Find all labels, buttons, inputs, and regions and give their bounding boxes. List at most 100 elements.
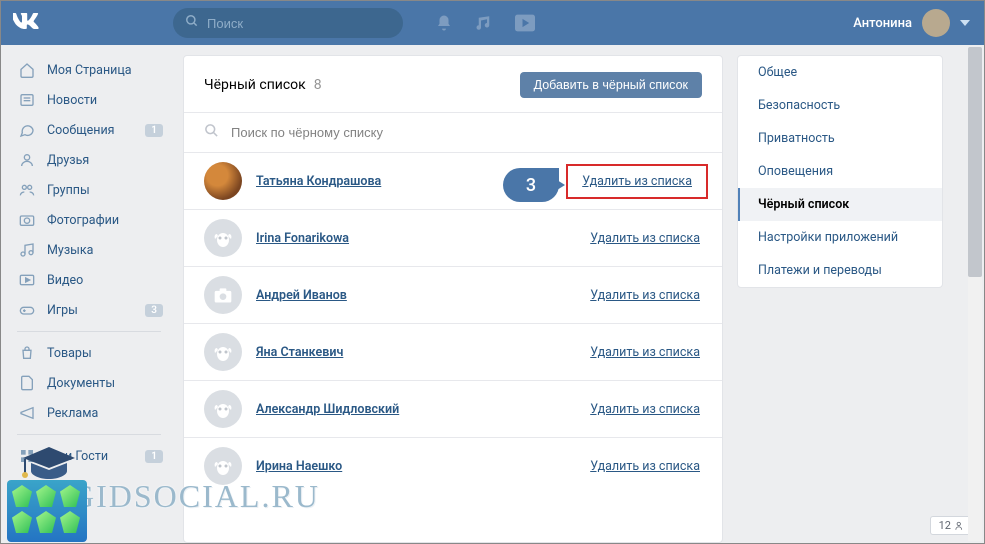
games-icon bbox=[17, 300, 37, 320]
nav-photo[interactable]: Фотографии bbox=[9, 205, 169, 235]
search-box[interactable] bbox=[173, 8, 403, 38]
search-icon bbox=[204, 123, 219, 142]
nav-label: Сообщения bbox=[47, 123, 115, 138]
nav-label: Группы bbox=[47, 183, 90, 198]
blacklist-count: 8 bbox=[314, 77, 322, 93]
topbar: Антонина bbox=[1, 1, 984, 45]
remove-from-list-link[interactable]: Удалить из списка bbox=[588, 284, 702, 307]
groups-icon bbox=[17, 180, 37, 200]
user-avatar[interactable] bbox=[204, 219, 242, 257]
add-to-blacklist-button[interactable]: Добавить в чёрный список bbox=[520, 72, 702, 98]
blacklist-item: Irina Fonarikowa Удалить из списка bbox=[184, 210, 722, 267]
avatar bbox=[922, 9, 950, 37]
blacklist-item: Александр Шидловский Удалить из списка bbox=[184, 381, 722, 438]
nav-label: Моя Страница bbox=[47, 63, 132, 78]
top-icons bbox=[435, 14, 535, 32]
settings-tab[interactable]: Приватность bbox=[738, 122, 942, 155]
left-nav: Моя Страница Новости Сообщения 1 Друзья Групп… bbox=[9, 55, 169, 543]
user-name-link[interactable]: Андрей Иванов bbox=[256, 288, 347, 303]
remove-from-list-link[interactable]: Удалить из списка bbox=[588, 341, 702, 364]
nav-msg[interactable]: Сообщения 1 bbox=[9, 115, 169, 145]
vk-logo[interactable] bbox=[13, 13, 43, 33]
user-avatar[interactable] bbox=[204, 447, 242, 485]
nav-label: Фотографии bbox=[47, 213, 119, 228]
blacklist-title: Чёрный список bbox=[204, 77, 306, 93]
nav-label: Мои Гости bbox=[47, 449, 108, 464]
settings-tab[interactable]: Общее bbox=[738, 56, 942, 89]
market-icon bbox=[17, 343, 37, 363]
blacklist-item: Ирина Наешко Удалить из списка bbox=[184, 438, 722, 494]
settings-tab[interactable]: Чёрный список bbox=[738, 188, 942, 221]
scrollbar[interactable] bbox=[968, 47, 982, 541]
username: Антонина bbox=[853, 16, 912, 31]
chevron-down-icon bbox=[960, 20, 970, 26]
news-icon bbox=[17, 90, 37, 110]
friends-icon bbox=[17, 150, 37, 170]
user-name-link[interactable]: Татьяна Кондрашова bbox=[256, 174, 381, 189]
remove-from-list-link[interactable]: Удалить из списка bbox=[572, 170, 702, 193]
nav-label: Документы bbox=[47, 376, 115, 391]
user-name-link[interactable]: Александр Шидловский bbox=[256, 402, 399, 417]
user-avatar[interactable] bbox=[204, 276, 242, 314]
nav-video[interactable]: Видео bbox=[9, 265, 169, 295]
nav-ads[interactable]: Реклама bbox=[9, 398, 169, 428]
nav-label: Товары bbox=[47, 346, 92, 361]
play-icon[interactable] bbox=[515, 14, 535, 32]
home-icon bbox=[17, 60, 37, 80]
nav-friends[interactable]: Друзья bbox=[9, 145, 169, 175]
user-avatar[interactable] bbox=[204, 333, 242, 371]
nav-news[interactable]: Новости bbox=[9, 85, 169, 115]
nav-label: Реклама bbox=[47, 406, 98, 421]
nav-label: Видео bbox=[47, 273, 83, 288]
docs-icon bbox=[17, 373, 37, 393]
settings-tab[interactable]: Оповещения bbox=[738, 155, 942, 188]
ads-icon bbox=[17, 403, 37, 423]
game-promo[interactable] bbox=[7, 480, 87, 542]
nav-docs[interactable]: Документы bbox=[9, 368, 169, 398]
bell-icon[interactable] bbox=[435, 14, 453, 32]
user-name-link[interactable]: Ирина Наешко bbox=[256, 459, 342, 474]
music-icon bbox=[17, 240, 37, 260]
nav-apps[interactable]: Мои Гости 1 bbox=[9, 441, 169, 471]
nav-badge: 3 bbox=[145, 304, 163, 317]
remove-from-list-link[interactable]: Удалить из списка bbox=[588, 455, 702, 478]
settings-tab[interactable]: Платежи и переводы bbox=[738, 254, 942, 287]
search-input[interactable] bbox=[207, 16, 391, 31]
msg-icon bbox=[17, 120, 37, 140]
user-avatar[interactable] bbox=[204, 162, 242, 200]
user-name-link[interactable]: Irina Fonarikowa bbox=[256, 231, 349, 246]
photo-icon bbox=[17, 210, 37, 230]
search-icon bbox=[185, 14, 199, 32]
nav-badge: 1 bbox=[145, 124, 163, 137]
nav-music[interactable]: Музыка bbox=[9, 235, 169, 265]
blacklist-panel: Чёрный список 8 Добавить в чёрный список… bbox=[183, 55, 723, 543]
user-name-link[interactable]: Яна Станкевич bbox=[256, 345, 343, 360]
settings-side-menu: ОбщееБезопасностьПриватностьОповещенияЧё… bbox=[737, 55, 943, 288]
remove-from-list-link[interactable]: Удалить из списка bbox=[588, 227, 702, 250]
nav-label: Музыка bbox=[47, 243, 93, 258]
blacklist-search bbox=[184, 113, 722, 153]
nav-badge: 1 bbox=[145, 450, 163, 463]
user-avatar[interactable] bbox=[204, 390, 242, 428]
nav-label: Новости bbox=[47, 93, 97, 108]
nav-market[interactable]: Товары bbox=[9, 338, 169, 368]
nav-games[interactable]: Игры 3 bbox=[9, 295, 169, 325]
nav-label: Игры bbox=[47, 303, 78, 318]
apps-icon bbox=[17, 446, 37, 466]
video-icon bbox=[17, 270, 37, 290]
blacklist-list: Татьяна КондрашоваУдалить из спискаIrina… bbox=[184, 153, 722, 494]
blacklist-item: Татьяна Кондрашова Удалить из списка bbox=[184, 153, 722, 210]
user-menu[interactable]: Антонина bbox=[853, 9, 984, 37]
settings-tab[interactable]: Настройки приложений bbox=[738, 221, 942, 254]
step-marker: 3 bbox=[503, 168, 559, 202]
music-icon[interactable] bbox=[475, 14, 493, 32]
nav-home[interactable]: Моя Страница bbox=[9, 55, 169, 85]
nav-label: Друзья bbox=[47, 153, 89, 168]
blacklist-search-input[interactable] bbox=[231, 125, 702, 140]
settings-tab[interactable]: Безопасность bbox=[738, 89, 942, 122]
blacklist-item: Андрей Иванов Удалить из списка bbox=[184, 267, 722, 324]
blacklist-item: Яна Станкевич Удалить из списка bbox=[184, 324, 722, 381]
blacklist-header: Чёрный список 8 Добавить в чёрный список bbox=[184, 56, 722, 113]
nav-groups[interactable]: Группы bbox=[9, 175, 169, 205]
remove-from-list-link[interactable]: Удалить из списка bbox=[588, 398, 702, 421]
